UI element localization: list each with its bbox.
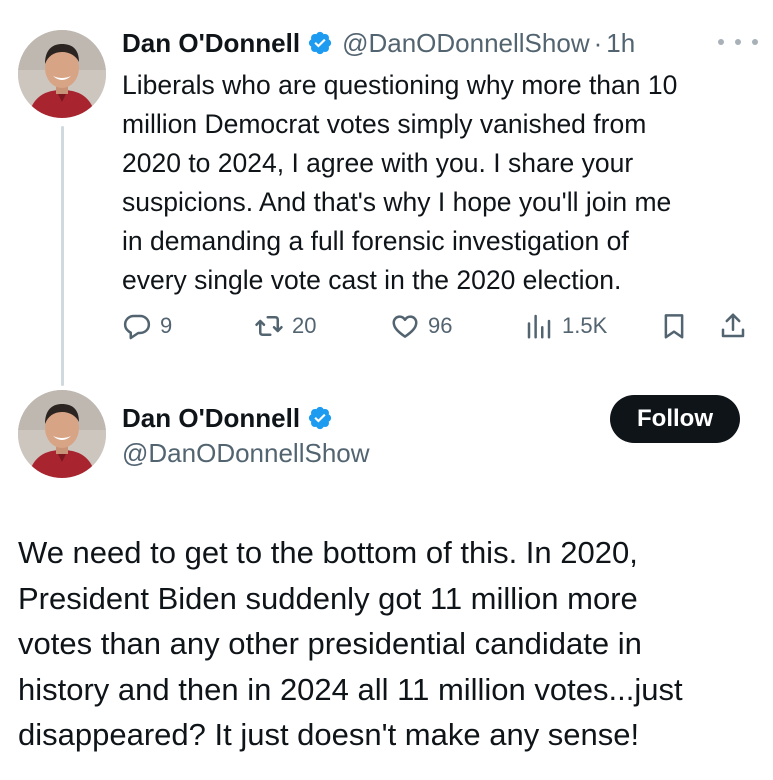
like-count: 96 (428, 313, 453, 338)
author-name[interactable]: Dan O'Donnell (122, 403, 300, 434)
tweet-actions-bar: 9 20 96 1.5K (122, 306, 762, 346)
view-count: 1.5K (562, 313, 608, 338)
avatar-photo (18, 390, 106, 478)
avatar[interactable] (18, 30, 106, 118)
bookmark-button[interactable] (659, 306, 689, 346)
avatar[interactable] (18, 390, 106, 478)
repost-icon (255, 316, 283, 336)
tweet1-header: Dan O'Donnell @DanODonnellShow · 1h (122, 26, 635, 60)
tweet-thread: Dan O'Donnell @DanODonnellShow · 1h Libe… (0, 0, 773, 780)
thread-connector-line (61, 126, 64, 386)
follow-button[interactable]: Follow (610, 395, 740, 443)
reply-count: 9 (160, 313, 173, 338)
share-button[interactable] (718, 306, 748, 346)
author-handle[interactable]: @DanODonnellShow (342, 28, 590, 59)
tweet2-header: Dan O'Donnell (122, 400, 333, 436)
repost-button[interactable]: 20 (254, 306, 316, 346)
share-icon (721, 313, 745, 338)
reply-icon (123, 314, 151, 340)
tweet1-text: Liberals who are questioning why more th… (122, 70, 678, 295)
author-name[interactable]: Dan O'Donnell (122, 28, 300, 59)
more-icon[interactable] (718, 32, 758, 52)
separator-dot: · (593, 27, 603, 58)
bookmark-icon (664, 314, 684, 339)
like-button[interactable]: 96 (390, 306, 452, 346)
tweet2-text: We need to get to the bottom of this. In… (18, 535, 683, 752)
avatar-photo (18, 30, 106, 118)
views-icon (527, 314, 551, 339)
author-handle[interactable]: @DanODonnellShow (122, 438, 370, 469)
reply-button[interactable]: 9 (122, 306, 172, 346)
views-button[interactable]: 1.5K (524, 306, 607, 346)
repost-count: 20 (292, 313, 317, 338)
verified-badge-icon (307, 405, 333, 431)
like-icon (392, 315, 418, 338)
timestamp[interactable]: 1h (606, 28, 635, 59)
verified-badge-icon (307, 30, 333, 56)
